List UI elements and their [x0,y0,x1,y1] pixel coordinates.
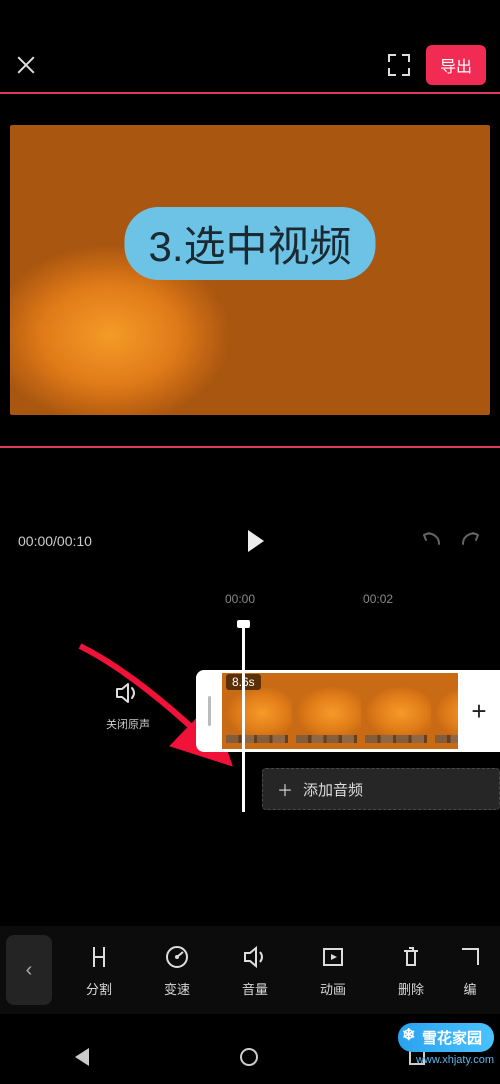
tool-label: 动画 [294,979,372,998]
nav-home-icon[interactable] [240,1048,258,1066]
time-display: 00:00/00:10 [18,533,92,549]
playhead[interactable] [242,622,245,812]
edit-toolbar: ‹ 分割 变速 音量 动画 删除 编 [0,926,500,1014]
export-button[interactable]: 导出 [426,45,486,85]
ruler-tick: 00:00 [225,592,255,606]
tool-split[interactable]: 分割 [60,943,138,998]
tool-label: 编 [450,979,490,998]
top-bar: 导出 [0,38,500,94]
ruler-tick: 00:02 [363,592,393,606]
nav-back-icon[interactable] [75,1048,89,1066]
plus-icon: ＋ [277,777,293,801]
tool-edit[interactable]: 编 [450,943,490,998]
tool-label: 变速 [138,979,216,998]
undo-icon[interactable] [420,529,442,553]
preview-frame: 3.选中视频 [10,125,490,415]
tool-animation[interactable]: 动画 [294,943,372,998]
clip-trim-handle-left[interactable] [196,670,222,752]
add-clip-button[interactable]: + [458,670,500,752]
status-bar [0,0,500,38]
redo-icon[interactable] [460,529,482,553]
clip-thumbnail [292,673,362,749]
timeline-ruler[interactable]: 00:00 00:02 [0,586,500,612]
mute-original-sound[interactable]: 关闭原声 [106,682,150,732]
tool-label: 音量 [216,979,294,998]
timeline[interactable]: 关闭原声 8.6s + ＋ 添加音频 [0,658,500,828]
playback-bar: 00:00/00:10 [0,496,500,586]
speaker-icon [106,682,150,710]
watermark: 雪花家园 www.xhjaty.com [392,1021,500,1068]
close-icon[interactable] [14,53,38,77]
clip-thumbnail [361,673,431,749]
tool-volume[interactable]: 音量 [216,943,294,998]
tool-label: 分割 [60,979,138,998]
watermark-url: www.xhjaty.com [416,1054,494,1066]
add-audio-label: 添加音频 [303,779,363,800]
fullscreen-icon[interactable] [388,54,410,76]
mute-label: 关闭原声 [106,716,150,732]
tool-label: 删除 [372,979,450,998]
tool-delete[interactable]: 删除 [372,943,450,998]
play-icon [248,530,264,552]
toolbar-back-button[interactable]: ‹ [6,935,52,1005]
caption-overlay: 3.选中视频 [124,207,375,280]
play-button[interactable] [102,530,410,552]
watermark-name: 雪花家园 [398,1023,494,1052]
video-preview[interactable]: 3.选中视频 [0,94,500,448]
add-audio-button[interactable]: ＋ 添加音频 [262,768,500,810]
tool-speed[interactable]: 变速 [138,943,216,998]
